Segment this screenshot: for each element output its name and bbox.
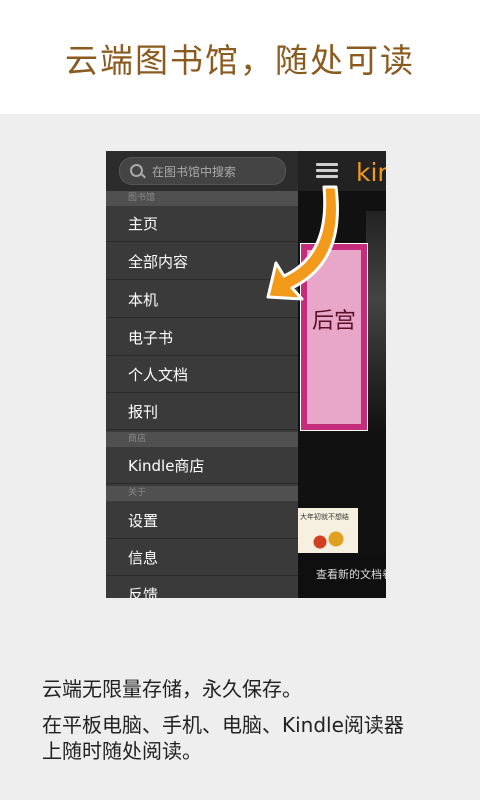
description-line: 上随时随处阅读。	[42, 739, 202, 763]
header: 云端图书馆，随处可读	[0, 0, 480, 114]
description-line: 在平板电脑、手机、电脑、Kindle阅读器	[42, 713, 404, 737]
page-title: 云端图书馆，随处可读	[65, 41, 415, 80]
pointer-arrow-icon	[266, 185, 339, 301]
description-line: 云端无限量存储，永久保存。	[42, 677, 302, 701]
app-screenshot: 在图书馆中搜索 图书馆 主页 全部内容 本机 电子书 个人文档 报刊 商店 Ki…	[106, 151, 386, 598]
